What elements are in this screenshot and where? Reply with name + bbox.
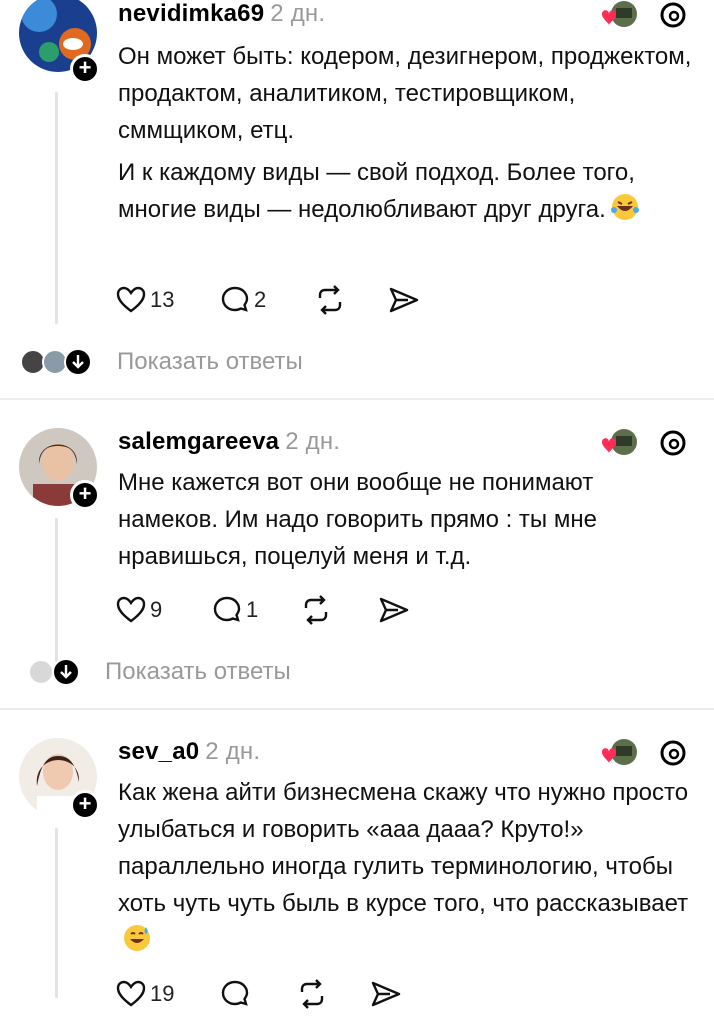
arrow-down-icon [64,348,92,376]
like-button[interactable]: 13 [116,282,174,318]
comment-button[interactable] [220,976,250,1012]
username-text[interactable]: sev_a0 [118,738,199,765]
comment-icon [213,596,241,622]
post-2: + salemgareeva 2 дн. Мне кажется вот они … [0,420,714,710]
liked-by-avatar[interactable] [596,0,640,30]
username-text[interactable]: nevidimka69 [118,0,264,27]
sweat-smile-emoji-icon [122,923,152,953]
like-button[interactable]: 9 [116,592,162,628]
like-count: 9 [150,597,163,622]
post-paragraph: Он может быть: кодером, дезигнером, прод… [118,43,692,144]
show-replies-label[interactable]: Показать ответы [105,658,291,686]
username[interactable]: sev_a0 2 дн. [118,738,260,766]
post-3: + sev_a0 2 дн. Как жена айти бизнесмена с… [0,730,714,1024]
arrow-down-icon [52,658,80,686]
laughing-emoji-icon [610,192,640,222]
repost-icon [300,979,324,1009]
post-paragraph: И к каждому виды — свой подход. Более то… [118,154,698,228]
thread-line [55,828,58,998]
comment-icon [221,286,249,312]
show-replies-label[interactable]: Показать ответы [117,348,303,376]
share-icon [371,981,401,1007]
divider [0,398,714,400]
threads-icon[interactable] [658,0,688,30]
post-time: 2 дн. [285,428,341,455]
thread-line [55,518,58,662]
post-body: Он может быть: кодером, дезигнером, прод… [118,38,698,228]
comment-button[interactable]: 1 [212,592,258,628]
username[interactable]: nevidimka69 2 дн. [118,0,325,28]
liked-by-avatar[interactable] [596,738,640,768]
post-time: 2 дн. [205,738,261,765]
share-icon [379,597,409,623]
thread-line [55,92,58,324]
post-actions: 9 1 [116,592,436,628]
show-replies[interactable]: Показать ответы [0,652,714,692]
like-button[interactable]: 19 [116,976,174,1012]
threads-icon[interactable] [658,738,688,768]
heart-icon [116,980,146,1007]
post-body: Мне кажется вот они вообще не понимают н… [118,464,698,575]
username[interactable]: salemgareeva 2 дн. [118,428,340,456]
post-actions: 19 [116,976,436,1012]
repost-button[interactable] [296,976,328,1012]
repost-icon [318,285,342,315]
like-count: 13 [150,287,175,312]
share-button[interactable] [388,282,420,318]
comment-icon [221,980,249,1006]
show-replies[interactable]: Показать ответы [0,342,714,382]
heart-icon [116,286,146,313]
comment-count: 2 [254,287,267,312]
username-text[interactable]: salemgareeva [118,428,279,455]
threads-icon[interactable] [658,428,688,458]
repost-button[interactable] [300,592,332,628]
follow-plus-button[interactable]: + [70,54,100,84]
follow-plus-button[interactable]: + [70,480,100,510]
post-1: + nevidimka69 2 дн. Он может быть: кодеро… [0,0,714,400]
heart-icon [116,596,146,623]
follow-plus-button[interactable]: + [70,790,100,820]
divider [0,708,714,710]
comment-count: 1 [246,597,259,622]
liked-by-avatar[interactable] [596,428,640,458]
post-actions: 13 2 [116,282,436,318]
post-paragraph: Мне кажется вот они вообще не понимают н… [118,469,597,570]
share-icon [389,287,419,313]
share-button[interactable] [370,976,402,1012]
repost-button[interactable] [314,282,346,318]
post-time: 2 дн. [270,0,326,27]
comment-button[interactable]: 2 [220,282,266,318]
share-button[interactable] [378,592,410,628]
like-count: 19 [150,981,175,1006]
post-body: Как жена айти бизнесмена скажу что нужно… [118,774,698,959]
replier-avatar [28,659,54,685]
post-paragraph: Как жена айти бизнесмена скажу что нужно… [118,774,698,959]
repost-icon [304,595,328,625]
